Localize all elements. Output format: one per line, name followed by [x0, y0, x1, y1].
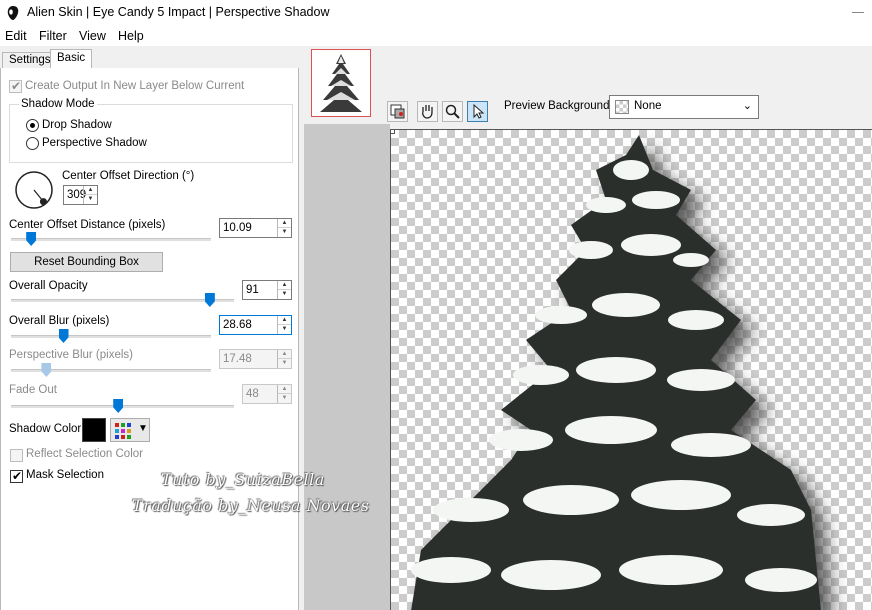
stepper-buttons: ▲ ▼ — [277, 316, 291, 334]
color-grid-icon — [115, 423, 131, 439]
perspective-shadow-radio[interactable] — [26, 137, 39, 150]
opacity-stepper[interactable]: 91 ▲ ▼ — [242, 280, 292, 300]
opacity-label: Overall Opacity — [9, 280, 88, 292]
color-picker-button[interactable]: ▼ — [110, 418, 150, 442]
mask-selection-checkbox[interactable]: ✔ — [10, 469, 23, 483]
blur-label: Overall Blur (pixels) — [9, 315, 110, 327]
navigator-thumbnail[interactable] — [311, 49, 371, 117]
menu-bar: Edit Filter View Help — [0, 26, 872, 46]
stepper-up-icon[interactable]: ▲ — [278, 350, 291, 359]
tab-basic[interactable]: Basic — [50, 49, 93, 69]
preview-background-label: Preview Background: — [504, 100, 613, 112]
snowy-tree-image — [411, 135, 832, 610]
stepper-buttons: ▲ ▼ — [277, 281, 291, 299]
opacity-value: 91 — [246, 284, 259, 296]
check-mark-icon: ✔ — [12, 469, 23, 483]
radio-selected-dot — [30, 123, 35, 128]
opacity-slider-thumb[interactable] — [204, 293, 215, 307]
drop-shadow-radio[interactable] — [26, 119, 39, 132]
preview-background-select[interactable]: None ⌄ — [609, 95, 759, 119]
stepper-up-icon[interactable]: ▲ — [84, 186, 97, 195]
tree-thumbnail-icon — [320, 54, 362, 112]
settings-panel: ✔ Create Output In New Layer Below Curre… — [0, 68, 299, 610]
drop-shadow-label: Drop Shadow — [42, 119, 112, 131]
select-tool-button[interactable] — [467, 101, 488, 122]
hand-icon — [422, 105, 433, 119]
create-output-checkbox[interactable]: ✔ — [9, 79, 22, 93]
stepper-buttons: ▲ ▼ — [277, 219, 291, 237]
zoom-tool-button[interactable] — [442, 101, 463, 122]
preview-background-value: None — [634, 100, 662, 112]
mask-selection-label: Mask Selection — [26, 469, 104, 481]
watermark-line-1: Tuto by_SuizaBella — [161, 470, 325, 489]
minimize-button[interactable] — [852, 12, 864, 13]
stepper-down-icon[interactable]: ▼ — [278, 325, 291, 334]
direction-stepper[interactable]: 309 ▲ ▼ — [63, 185, 98, 205]
menu-help[interactable]: Help — [118, 29, 144, 43]
distance-slider-thumb[interactable] — [26, 232, 37, 246]
stepper-buttons: ▲ ▼ — [277, 350, 291, 368]
shadow-color-swatch[interactable] — [82, 418, 106, 442]
perspective-blur-value: 17.48 — [223, 353, 252, 365]
stepper-down-icon[interactable]: ▼ — [278, 359, 291, 368]
preview-toggle-button[interactable] — [387, 101, 408, 122]
stepper-buttons: ▲ ▼ — [277, 385, 291, 403]
alien-skin-logo-icon — [7, 6, 19, 20]
perspective-shadow-label: Perspective Shadow — [42, 137, 147, 149]
stepper-up-icon[interactable]: ▲ — [278, 316, 291, 325]
title-bar: Alien Skin | Eye Candy 5 Impact | Perspe… — [0, 0, 872, 26]
magnifier-icon — [445, 104, 460, 119]
blur-value: 28.68 — [223, 319, 252, 331]
distance-value: 10.09 — [223, 222, 252, 234]
distance-label: Center Offset Distance (pixels) — [9, 219, 166, 231]
stepper-down-icon[interactable]: ▼ — [84, 195, 97, 204]
chevron-down-icon: ⌄ — [742, 100, 752, 112]
preview-toggle-icon — [390, 104, 405, 119]
direction-label: Center Offset Direction (°) — [62, 170, 195, 182]
shadow-mode-group — [9, 104, 293, 163]
shadow-mode-legend: Shadow Mode — [19, 98, 97, 110]
reflect-selection-checkbox[interactable] — [10, 449, 23, 462]
blur-slider-thumb[interactable] — [58, 329, 69, 343]
arrow-pointer-icon — [473, 103, 485, 119]
perspective-blur-label: Perspective Blur (pixels) — [9, 349, 133, 361]
window-title: Alien Skin | Eye Candy 5 Impact | Perspe… — [27, 5, 330, 19]
stepper-down-icon[interactable]: ▼ — [278, 290, 291, 299]
watermark-line-2: Tradução by_Neusa Novaes — [132, 496, 370, 515]
preview-margin — [304, 124, 390, 610]
checker-swatch-icon — [615, 100, 629, 114]
fade-out-label: Fade Out — [9, 384, 57, 396]
menu-view[interactable]: View — [79, 29, 106, 43]
direction-dial[interactable] — [14, 170, 54, 210]
fade-out-slider-thumb[interactable] — [113, 399, 124, 413]
stepper-up-icon[interactable]: ▲ — [278, 385, 291, 394]
perspective-blur-stepper[interactable]: 17.48 ▲ ▼ — [219, 349, 292, 369]
distance-slider-track[interactable] — [11, 238, 211, 241]
opacity-slider-track[interactable] — [11, 299, 234, 302]
menu-filter[interactable]: Filter — [39, 29, 67, 43]
fade-out-stepper[interactable]: 48 ▲ ▼ — [242, 384, 292, 404]
check-mark-icon: ✔ — [11, 79, 22, 93]
perspective-blur-slider-thumb[interactable] — [41, 363, 52, 377]
reset-bounding-box-button[interactable]: Reset Bounding Box — [10, 252, 163, 272]
stepper-down-icon[interactable]: ▼ — [278, 228, 291, 237]
blur-slider-track[interactable] — [11, 335, 211, 338]
stepper-up-icon[interactable]: ▲ — [278, 281, 291, 290]
fade-out-value: 48 — [246, 388, 259, 400]
menu-edit[interactable]: Edit — [5, 29, 27, 43]
reflect-selection-label: Reflect Selection Color — [26, 448, 143, 460]
shadow-color-label: Shadow Color — [9, 423, 82, 435]
stepper-buttons: ▲ ▼ — [83, 186, 97, 204]
create-output-label: Create Output In New Layer Below Current — [25, 80, 245, 92]
perspective-blur-slider-track[interactable] — [11, 369, 211, 372]
stepper-down-icon[interactable]: ▼ — [278, 394, 291, 403]
hand-tool-button[interactable] — [417, 101, 438, 122]
preview-canvas[interactable] — [390, 129, 872, 610]
distance-stepper[interactable]: 10.09 ▲ ▼ — [219, 218, 292, 238]
stepper-up-icon[interactable]: ▲ — [278, 219, 291, 228]
dropdown-arrow-icon: ▼ — [138, 423, 148, 434]
canvas-corner-handle[interactable] — [390, 129, 395, 134]
blur-stepper[interactable]: 28.68 ▲ ▼ — [219, 315, 292, 335]
